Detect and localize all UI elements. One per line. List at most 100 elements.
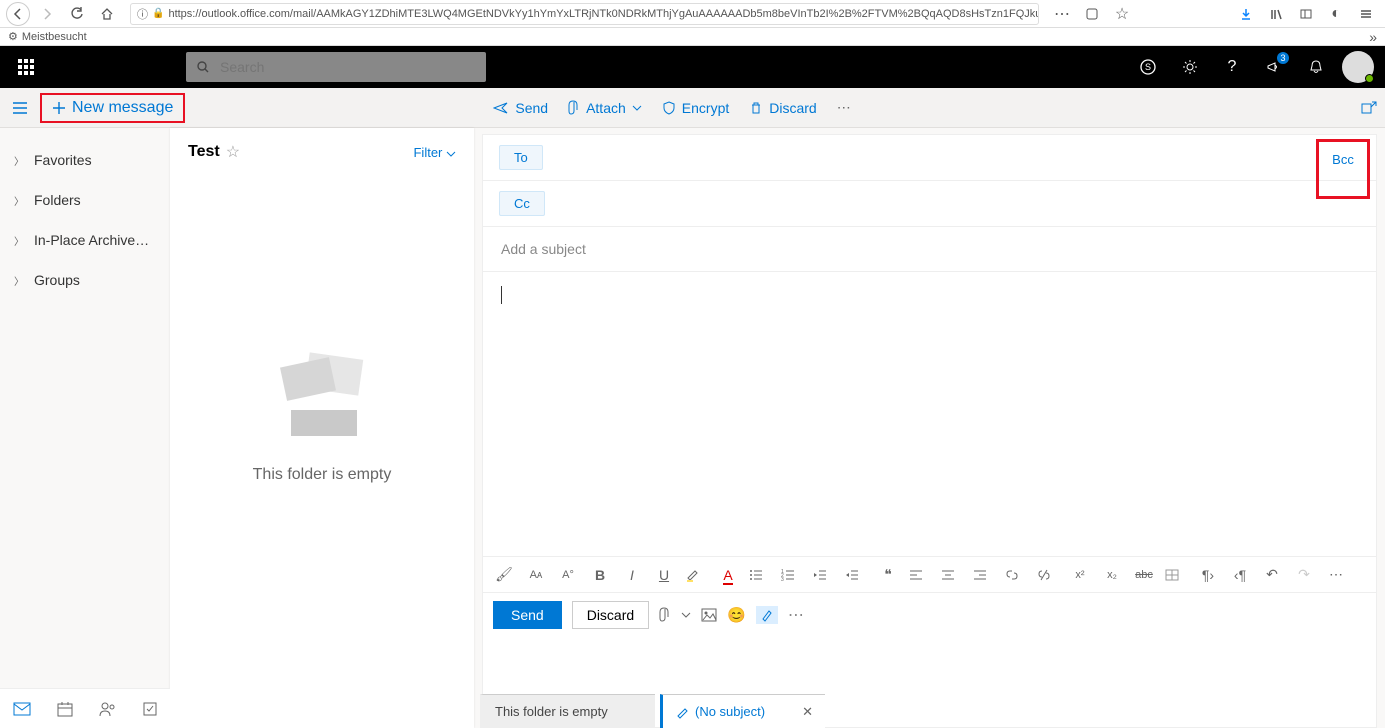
- command-bar: New message Send Attach Encrypt Discard …: [0, 88, 1385, 128]
- more-dots-icon[interactable]: ⋯: [1049, 3, 1075, 25]
- formatting-toggle-icon[interactable]: [756, 606, 778, 624]
- indent-icon[interactable]: [845, 569, 867, 581]
- redo-icon[interactable]: ↷: [1293, 566, 1315, 583]
- bcc-button[interactable]: Bcc: [1332, 152, 1354, 167]
- send-icon: [493, 101, 509, 115]
- snackbar-draft[interactable]: (No subject) ✕: [660, 694, 825, 728]
- format-painter-icon[interactable]: 🖌: [493, 566, 515, 583]
- back-button[interactable]: [6, 2, 30, 26]
- underline-button[interactable]: U: [653, 567, 675, 583]
- send-command[interactable]: Send: [493, 100, 548, 116]
- outdent-icon[interactable]: [813, 569, 835, 581]
- strikethrough-icon[interactable]: abc: [1133, 569, 1155, 581]
- compose-panel: To Bcc Cc Add a subject 🖌 Aᴀ A° B I U A: [482, 134, 1377, 728]
- rtl-icon[interactable]: ‹¶: [1229, 567, 1251, 583]
- unlink-icon[interactable]: [1037, 568, 1059, 582]
- sidebar-item-archive[interactable]: 〉 In-Place Archive…: [0, 220, 170, 260]
- ltr-icon[interactable]: ¶›: [1197, 567, 1219, 583]
- bookmark-star-icon[interactable]: ☆: [1109, 3, 1135, 25]
- link-icon[interactable]: [1005, 568, 1027, 582]
- to-row[interactable]: To Bcc: [483, 135, 1376, 181]
- popout-button[interactable]: [1361, 101, 1377, 115]
- chevron-down-icon[interactable]: [681, 612, 691, 618]
- subject-input[interactable]: Add a subject: [483, 227, 1376, 272]
- library-icon[interactable]: [1263, 3, 1289, 25]
- send-button[interactable]: Send: [493, 601, 562, 629]
- undo-icon[interactable]: ↶: [1261, 566, 1283, 583]
- quote-icon[interactable]: ❝: [877, 566, 899, 583]
- nav-toggle[interactable]: [0, 101, 40, 115]
- more-command[interactable]: ⋯: [837, 99, 851, 116]
- highlight-icon[interactable]: [685, 568, 707, 582]
- extension-icon[interactable]: ◐: [1323, 3, 1349, 25]
- skype-icon[interactable]: S: [1127, 46, 1169, 88]
- sidebar-item-folders[interactable]: 〉 Folders: [0, 180, 170, 220]
- url-bar[interactable]: ⓘ 🔒 https://outlook.office.com/mail/AAMk…: [130, 3, 1039, 25]
- search-input[interactable]: [220, 59, 476, 75]
- bold-button[interactable]: B: [589, 567, 611, 583]
- compose-body[interactable]: [483, 272, 1376, 556]
- superscript-icon[interactable]: x²: [1069, 569, 1091, 581]
- mail-module-icon[interactable]: [13, 702, 31, 716]
- font-color-icon[interactable]: A: [717, 567, 739, 583]
- numbering-icon[interactable]: 123: [781, 569, 803, 581]
- bullets-icon[interactable]: [749, 569, 771, 581]
- notifications-button[interactable]: [1295, 46, 1337, 88]
- help-button[interactable]: ?: [1211, 46, 1253, 88]
- lock-icon: 🔒: [152, 8, 164, 19]
- favorite-star-icon[interactable]: ☆: [226, 142, 240, 162]
- chevron-right-icon: 〉: [14, 153, 24, 168]
- insert-picture-icon[interactable]: [701, 608, 717, 622]
- sidebar-icon[interactable]: [1293, 3, 1319, 25]
- font-size-icon[interactable]: A°: [557, 569, 579, 581]
- close-icon[interactable]: ✕: [802, 704, 813, 720]
- search-box[interactable]: [186, 52, 486, 82]
- align-right-icon[interactable]: [973, 569, 995, 581]
- subscript-icon[interactable]: x₂: [1101, 569, 1123, 581]
- text-cursor: [501, 286, 502, 304]
- app-header: S ? 3: [0, 46, 1385, 88]
- align-left-icon[interactable]: [909, 569, 931, 581]
- sidebar-item-favorites[interactable]: 〉 Favorites: [0, 140, 170, 180]
- attach-inline-button[interactable]: [659, 607, 671, 623]
- sidebar-item-groups[interactable]: 〉 Groups: [0, 260, 170, 300]
- insert-table-icon[interactable]: [1165, 569, 1187, 581]
- tasks-module-icon[interactable]: [143, 702, 157, 716]
- url-text: https://outlook.office.com/mail/AAMkAGY1…: [168, 8, 1039, 20]
- bookmark-item[interactable]: Meistbesucht: [22, 31, 87, 43]
- filter-button[interactable]: Filter: [413, 145, 456, 160]
- overflow-chevron-icon[interactable]: »: [1369, 29, 1377, 45]
- new-message-button[interactable]: New message: [40, 93, 185, 123]
- chevron-right-icon: 〉: [14, 233, 24, 248]
- emoji-icon[interactable]: 😊: [727, 606, 746, 624]
- people-module-icon[interactable]: [99, 701, 117, 717]
- calendar-module-icon[interactable]: [57, 701, 73, 717]
- settings-button[interactable]: [1169, 46, 1211, 88]
- toolbar-more-icon[interactable]: ⋯: [1325, 566, 1347, 583]
- italic-button[interactable]: I: [621, 567, 643, 583]
- cc-row[interactable]: Cc: [483, 181, 1376, 227]
- font-family-icon[interactable]: Aᴀ: [525, 569, 547, 581]
- bookmarks-bar: ⚙ Meistbesucht »: [0, 28, 1385, 46]
- home-button[interactable]: [94, 3, 120, 25]
- discard-button[interactable]: Discard: [572, 601, 649, 629]
- svg-text:S: S: [1145, 62, 1151, 72]
- avatar-icon: [1342, 51, 1374, 83]
- action-more-icon[interactable]: ⋯: [788, 605, 804, 625]
- attach-command[interactable]: Attach: [568, 100, 642, 116]
- cc-button[interactable]: Cc: [499, 191, 545, 216]
- arrow-left-icon: [12, 8, 24, 20]
- diagnostics-button[interactable]: 3: [1253, 46, 1295, 88]
- plus-icon: [52, 101, 66, 115]
- to-button[interactable]: To: [499, 145, 543, 170]
- discard-command[interactable]: Discard: [749, 100, 816, 116]
- reader-icon[interactable]: [1079, 3, 1105, 25]
- account-button[interactable]: [1337, 46, 1379, 88]
- menu-icon[interactable]: [1353, 3, 1379, 25]
- app-launcher[interactable]: [6, 46, 46, 88]
- downloads-icon[interactable]: [1233, 3, 1259, 25]
- reload-button[interactable]: [64, 3, 90, 25]
- align-center-icon[interactable]: [941, 569, 963, 581]
- encrypt-command[interactable]: Encrypt: [662, 100, 729, 116]
- svg-text:3: 3: [781, 577, 784, 581]
